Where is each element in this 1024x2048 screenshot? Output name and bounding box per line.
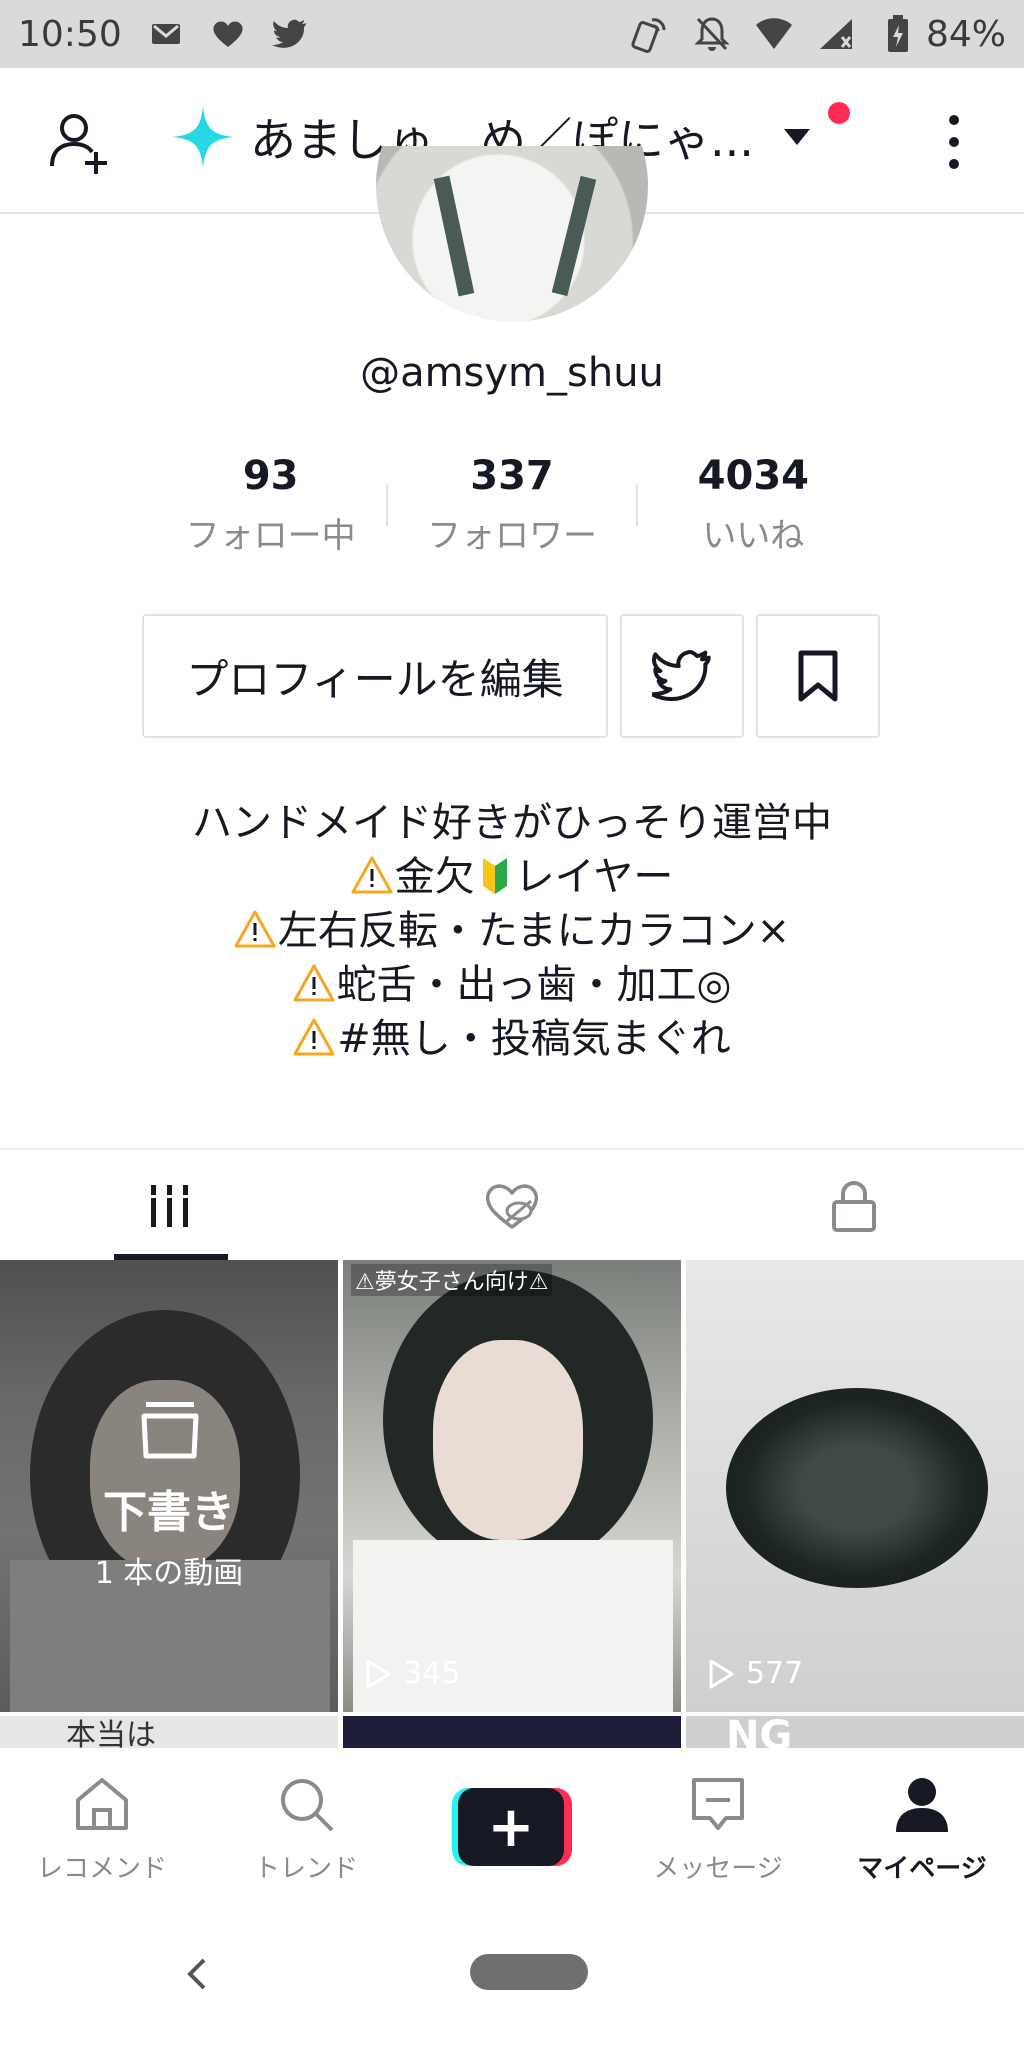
edit-profile-button[interactable]: プロフィールを編集 — [142, 614, 608, 738]
status-time: 10:50 — [18, 13, 122, 55]
play-icon — [366, 1659, 391, 1688]
notification-dot — [828, 102, 850, 124]
status-bar: 10:50 84% — [0, 0, 1024, 68]
nav-discover[interactable]: トレンド — [204, 1748, 408, 1892]
draft-box-icon — [141, 1402, 199, 1459]
draft-tile[interactable]: 下書き 1 本の動画 — [0, 1260, 338, 1712]
likes-count: 4034 — [697, 453, 809, 499]
nav-home-label: レコメンド — [36, 1854, 167, 1884]
add-friend-icon[interactable] — [48, 108, 118, 178]
tab-liked-private[interactable] — [342, 1150, 682, 1262]
create-button[interactable]: + — [452, 1788, 572, 1866]
bio-text: 金欠 — [394, 854, 475, 900]
bell-off-icon — [692, 14, 732, 54]
twitter-icon — [652, 650, 711, 701]
view-count-text: 345 — [403, 1656, 461, 1691]
nav-profile-label: マイページ — [857, 1854, 987, 1884]
nav-inbox-label: メッセージ — [653, 1854, 783, 1884]
bookmark-icon — [798, 650, 838, 702]
lock-icon — [832, 1181, 876, 1232]
tab-private[interactable] — [684, 1150, 1024, 1262]
following-count: 93 — [242, 453, 299, 499]
stat-likes[interactable]: 4034 いいね — [633, 450, 874, 560]
bio-text: #無し・投稿気まぐれ — [337, 1016, 731, 1062]
plus-icon: + — [458, 1788, 564, 1866]
chevron-down-icon — [782, 127, 812, 147]
video-tile[interactable]: NG — [686, 1716, 1024, 1748]
home-icon — [76, 1778, 128, 1830]
video-tile[interactable] — [343, 1716, 681, 1748]
message-icon — [692, 1778, 744, 1830]
warning-icon — [351, 856, 393, 894]
warning-icon — [293, 964, 335, 1002]
search-icon — [281, 1779, 334, 1832]
warning-icon — [293, 1018, 335, 1056]
system-nav-bar — [0, 1892, 1024, 2048]
tab-videos[interactable] — [0, 1150, 340, 1262]
profile-stats: 93 フォロー中 337 フォロワー 4034 いいね — [150, 450, 874, 560]
likes-label: いいね — [702, 516, 805, 556]
bio-line: ハンドメイド好きがひっそり運営中 — [192, 800, 832, 846]
followers-label: フォロワー — [426, 516, 597, 556]
draft-count: 1 本の動画 — [94, 1556, 244, 1591]
stat-following[interactable]: 93 フォロー中 — [150, 450, 391, 560]
profile-tabs — [0, 1148, 1024, 1260]
nav-profile[interactable]: マイページ — [820, 1748, 1024, 1892]
following-label: フォロー中 — [185, 516, 356, 556]
home-pill[interactable] — [470, 1954, 588, 1990]
beginner-mark-icon — [482, 858, 507, 894]
stat-divider — [386, 484, 388, 526]
bio: ハンドメイド好きがひっそり運営中 金欠 レイヤー 左右反転・たまにカラコン× 蛇舌… — [0, 796, 1024, 1066]
bio-line: 蛇舌・出っ歯・加工◎ — [0, 958, 1024, 1012]
followers-count: 337 — [470, 453, 554, 499]
nfc-icon — [630, 14, 670, 54]
stat-followers[interactable]: 337 フォロワー — [391, 450, 632, 560]
stat-divider — [636, 484, 638, 526]
favorites-button[interactable] — [756, 614, 880, 738]
battery-icon — [878, 14, 918, 54]
wig-image — [726, 1388, 988, 1588]
nav-inbox[interactable]: メッセージ — [616, 1748, 820, 1892]
video-tile[interactable]: ⚠夢女子さん向け⚠ 345 — [343, 1260, 681, 1712]
back-icon[interactable] — [184, 1956, 208, 1992]
bio-text: 蛇舌・出っ歯・加工◎ — [336, 962, 732, 1008]
wifi-icon — [754, 14, 794, 54]
twitter-icon — [270, 14, 310, 54]
mail-icon — [146, 14, 186, 54]
video-grid: 下書き 1 本の動画 ⚠夢女子さん向け⚠ 345 577 本当は NG — [0, 1260, 1024, 1748]
draft-title: 下書き — [103, 1487, 235, 1538]
video-tile[interactable]: 本当は — [0, 1716, 338, 1748]
nav-home[interactable]: レコメンド — [0, 1748, 204, 1892]
username: @amsym_shuu — [360, 350, 664, 396]
more-options-icon[interactable] — [936, 108, 972, 178]
profile-icon — [896, 1778, 948, 1832]
view-count: 577 — [708, 1656, 803, 1691]
play-icon — [709, 1659, 734, 1688]
sparkle-icon — [170, 104, 236, 170]
view-count: 345 — [365, 1656, 460, 1691]
heart-icon — [208, 14, 248, 54]
bio-line: 金欠 レイヤー — [0, 850, 1024, 904]
video-caption: ⚠夢女子さん向け⚠ — [351, 1264, 553, 1296]
grid-icon — [147, 1185, 193, 1227]
view-count-text: 577 — [746, 1656, 804, 1691]
bottom-nav: レコメンド トレンド + メッセージ マイページ — [0, 1748, 1024, 1892]
nav-discover-label: トレンド — [253, 1854, 358, 1884]
battery-percent: 84% — [925, 13, 1006, 55]
avatar[interactable] — [376, 146, 648, 322]
warning-icon — [234, 910, 276, 948]
signal-icon — [816, 14, 856, 54]
heart-hidden-icon — [485, 1184, 539, 1229]
bio-line: #無し・投稿気まぐれ — [0, 1012, 1024, 1066]
bio-line: 左右反転・たまにカラコン× — [0, 904, 1024, 958]
twitter-link-button[interactable] — [620, 614, 744, 738]
bio-text: 左右反転・たまにカラコン× — [277, 908, 791, 954]
video-tile[interactable]: 577 — [686, 1260, 1024, 1712]
bio-text: レイヤー — [514, 854, 674, 900]
